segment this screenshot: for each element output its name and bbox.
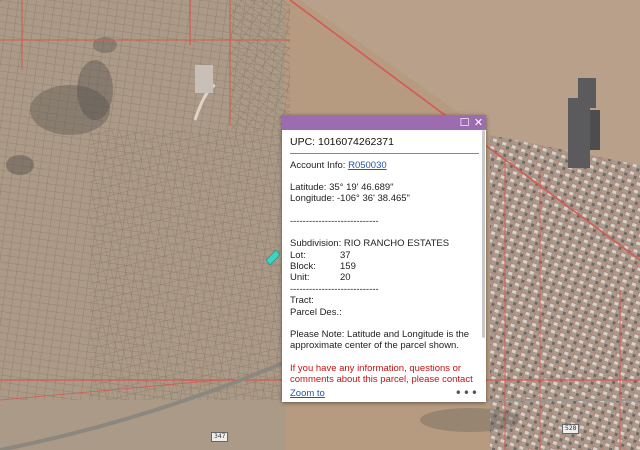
upc-heading: UPC: 1016074262371: [290, 136, 479, 154]
popup-footer: Zoom to •••: [282, 384, 486, 402]
close-icon[interactable]: ✕: [473, 117, 484, 128]
parcel-info-popup[interactable]: ☐ ✕ UPC: 1016074262371 Account Info: R05…: [282, 115, 486, 402]
tract-text: Tract:: [290, 295, 314, 307]
lot-value: 37: [340, 249, 351, 261]
lot-row: Lot: 37: [290, 250, 479, 261]
unit-label: Unit:: [290, 272, 310, 284]
popup-content[interactable]: UPC: 1016074262371 Account Info: R050030…: [282, 130, 486, 389]
parcel-des-text: Parcel Des.:: [290, 306, 342, 318]
block-label: Block:: [290, 260, 316, 272]
popup-header-bar: ☐ ✕: [282, 115, 486, 130]
subdivision-text: Subdivision: RIO RANCHO ESTATES: [290, 238, 450, 250]
latitude-text: Latitude: 35° 19' 46.689": [290, 181, 394, 193]
divider-text: ----------------------------: [290, 215, 379, 227]
account-info: Account Info: R050030: [290, 160, 479, 171]
longitude-text: Longitude: -106° 36' 38.465": [290, 193, 410, 205]
account-info-label: Account Info:: [290, 159, 349, 171]
block-row: Block: 159: [290, 261, 479, 272]
contact-info-text: If you have any information, questions o…: [290, 362, 462, 374]
zoom-to-link[interactable]: Zoom to: [290, 388, 325, 399]
note-text: Please Note: Latitude and Longitude is t…: [290, 328, 470, 352]
lot-label: Lot:: [290, 249, 306, 261]
more-options-icon[interactable]: •••: [455, 386, 479, 400]
unit-value: 20: [340, 272, 351, 284]
divider-text-2: ----------------------------: [290, 283, 379, 295]
unit-row: Unit: 20: [290, 272, 479, 283]
maximize-icon[interactable]: ☐: [459, 117, 470, 128]
road-shield-347: 347: [211, 432, 229, 442]
block-value: 159: [340, 260, 356, 272]
account-info-link[interactable]: R050030: [348, 160, 387, 171]
road-shield-528: 528: [562, 424, 580, 434]
